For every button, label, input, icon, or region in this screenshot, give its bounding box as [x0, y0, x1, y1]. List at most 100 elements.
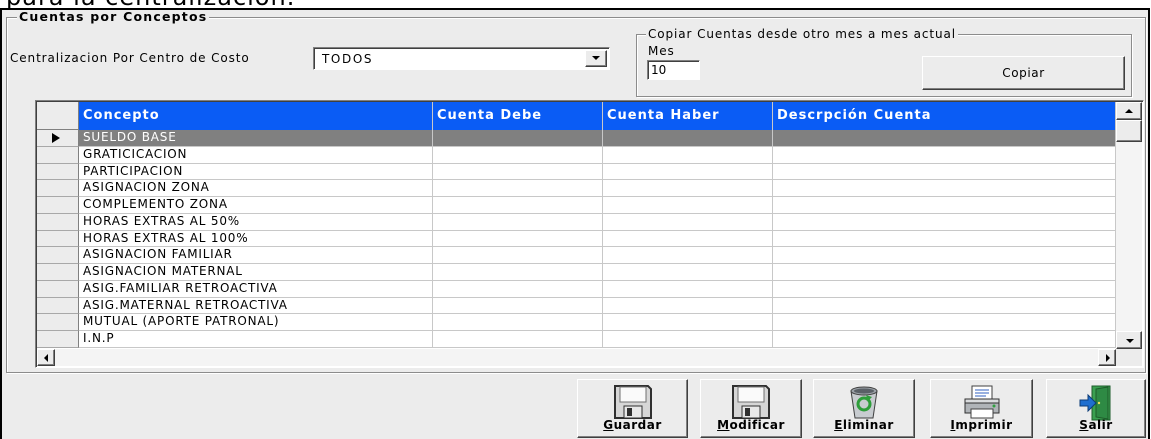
cell-cuenta-debe[interactable] [433, 197, 603, 214]
row-selector[interactable] [37, 280, 79, 298]
row-selector[interactable] [37, 230, 79, 248]
mes-input[interactable] [647, 60, 700, 80]
scroll-up-button[interactable] [1116, 102, 1142, 120]
scroll-right-button[interactable] [1098, 349, 1116, 366]
table-row[interactable]: MUTUAL (APORTE PATRONAL) [37, 314, 1116, 331]
cell-concepto[interactable]: ASIG.MATERNAL RETROACTIVA [79, 297, 433, 315]
cell-cuenta-haber[interactable] [603, 213, 773, 231]
cell-cuenta-haber[interactable] [603, 130, 773, 147]
cell-cuenta-haber[interactable] [603, 230, 773, 248]
table-row[interactable]: COMPLEMENTO ZONA [37, 197, 1116, 214]
table-row[interactable]: HORAS EXTRAS AL 100% [37, 230, 1116, 248]
cell-descripcion[interactable] [773, 314, 1116, 331]
column-header-cuenta-haber[interactable]: Cuenta Haber [603, 102, 773, 130]
cell-descripcion[interactable] [773, 180, 1116, 197]
cell-cuenta-debe[interactable] [433, 264, 603, 281]
cell-concepto[interactable]: PARTICIPACION [79, 163, 433, 181]
copiar-button[interactable]: Copiar [922, 56, 1125, 90]
cell-descripcion[interactable] [773, 230, 1116, 248]
table-row[interactable]: PARTICIPACION [37, 163, 1116, 181]
row-selector[interactable] [37, 213, 79, 231]
horizontal-scrollbar[interactable] [37, 349, 1116, 366]
cell-concepto[interactable]: GRATICICACION [79, 146, 433, 164]
cell-cuenta-haber[interactable] [603, 180, 773, 197]
cell-descripcion[interactable] [773, 213, 1116, 231]
cell-concepto[interactable]: MUTUAL (APORTE PATRONAL) [79, 314, 433, 331]
cell-cuenta-debe[interactable] [433, 180, 603, 197]
cell-concepto[interactable]: ASIG.FAMILIAR RETROACTIVA [79, 280, 433, 298]
cell-cuenta-debe[interactable] [433, 247, 603, 264]
cell-cuenta-haber[interactable] [603, 163, 773, 181]
salir-button[interactable]: Salir [1046, 379, 1146, 438]
column-header-concepto[interactable]: Concepto [79, 102, 433, 130]
row-selector[interactable] [37, 331, 79, 348]
row-selector[interactable] [37, 180, 79, 197]
row-selector[interactable] [37, 264, 79, 281]
cell-descripcion[interactable] [773, 280, 1116, 298]
cell-cuenta-debe[interactable] [433, 146, 603, 164]
cell-descripcion[interactable] [773, 247, 1116, 264]
cell-descripcion[interactable] [773, 197, 1116, 214]
eliminar-button[interactable]: Eliminar [813, 379, 915, 438]
table-row[interactable]: ASIG.MATERNAL RETROACTIVA [37, 297, 1116, 315]
cell-descripcion[interactable] [773, 130, 1116, 147]
vertical-scrollbar[interactable] [1116, 102, 1142, 349]
row-selector[interactable] [37, 297, 79, 315]
cell-concepto[interactable]: I.N.P [79, 331, 433, 348]
table-row[interactable]: SUELDO BASE [37, 130, 1116, 147]
cell-cuenta-haber[interactable] [603, 280, 773, 298]
scroll-left-button[interactable] [37, 349, 55, 366]
table-row[interactable]: ASIGNACION ZONA [37, 180, 1116, 197]
cell-cuenta-debe[interactable] [433, 130, 603, 147]
table-row[interactable]: I.N.P [37, 331, 1116, 348]
cell-cuenta-debe[interactable] [433, 280, 603, 298]
cell-concepto[interactable]: SUELDO BASE [79, 130, 433, 147]
cell-cuenta-debe[interactable] [433, 314, 603, 331]
dropdown-button[interactable] [585, 50, 607, 67]
cell-cuenta-debe[interactable] [433, 331, 603, 348]
scroll-down-button[interactable] [1116, 331, 1142, 349]
cell-concepto[interactable]: HORAS EXTRAS AL 100% [79, 230, 433, 248]
cell-descripcion[interactable] [773, 297, 1116, 315]
table-row[interactable]: ASIGNACION MATERNAL [37, 264, 1116, 281]
cell-cuenta-debe[interactable] [433, 213, 603, 231]
guardar-button[interactable]: Guardar [577, 379, 688, 438]
cell-cuenta-haber[interactable] [603, 146, 773, 164]
cell-descripcion[interactable] [773, 331, 1116, 348]
modificar-button[interactable]: Modificar [700, 379, 802, 438]
cell-concepto[interactable]: ASIGNACION MATERNAL [79, 264, 433, 281]
table-row[interactable]: ASIG.FAMILIAR RETROACTIVA [37, 280, 1116, 298]
cell-concepto[interactable]: ASIGNACION FAMILIAR [79, 247, 433, 264]
cell-cuenta-haber[interactable] [603, 197, 773, 214]
conceptos-grid[interactable]: Concepto Cuenta Debe Cuenta Haber Descrp… [35, 100, 1144, 368]
cell-cuenta-debe[interactable] [433, 163, 603, 181]
row-selector[interactable] [37, 146, 79, 164]
table-row[interactable]: ASIGNACION FAMILIAR [37, 247, 1116, 264]
cell-concepto[interactable]: COMPLEMENTO ZONA [79, 197, 433, 214]
cell-concepto[interactable]: ASIGNACION ZONA [79, 180, 433, 197]
cell-cuenta-haber[interactable] [603, 264, 773, 281]
cell-concepto[interactable]: HORAS EXTRAS AL 50% [79, 213, 433, 231]
eliminar-button-label: Eliminar [834, 418, 894, 432]
row-selector[interactable] [37, 130, 79, 147]
row-selector[interactable] [37, 163, 79, 181]
row-selector[interactable] [37, 314, 79, 331]
cell-cuenta-debe[interactable] [433, 230, 603, 248]
column-header-cuenta-debe[interactable]: Cuenta Debe [433, 102, 603, 130]
column-header-descripcion[interactable]: Descrpción Cuenta [773, 102, 1116, 130]
row-selector[interactable] [37, 197, 79, 214]
vertical-scroll-thumb[interactable] [1116, 120, 1142, 142]
cell-cuenta-haber[interactable] [603, 297, 773, 315]
cell-descripcion[interactable] [773, 146, 1116, 164]
cell-descripcion[interactable] [773, 264, 1116, 281]
cell-cuenta-haber[interactable] [603, 247, 773, 264]
table-row[interactable]: GRATICICACION [37, 146, 1116, 164]
imprimir-button[interactable]: Imprimir [930, 379, 1033, 438]
centro-costo-select[interactable]: TODOS [313, 47, 610, 70]
table-row[interactable]: HORAS EXTRAS AL 50% [37, 213, 1116, 231]
cell-cuenta-haber[interactable] [603, 331, 773, 348]
cell-cuenta-haber[interactable] [603, 314, 773, 331]
cell-descripcion[interactable] [773, 163, 1116, 181]
row-selector[interactable] [37, 247, 79, 264]
cell-cuenta-debe[interactable] [433, 297, 603, 315]
